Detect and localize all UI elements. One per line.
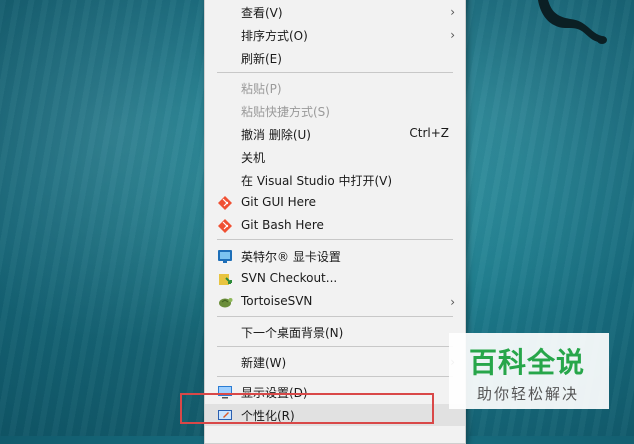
- menu-item-next-desktop-background[interactable]: 下一个桌面背景(N): [205, 321, 465, 343]
- menu-item-label: 刷新(E): [241, 52, 282, 66]
- git-icon: [218, 196, 232, 210]
- intel-graphics-icon: [218, 250, 232, 263]
- desktop-context-menu: 查看(V) › 排序方式(O) › 刷新(E) 粘贴(P) 粘贴快捷方式(S) …: [204, 0, 466, 444]
- menu-item-svn-checkout[interactable]: SVN Checkout...: [205, 268, 465, 290]
- menu-separator: [217, 316, 453, 317]
- submenu-arrow-icon: ›: [450, 28, 455, 42]
- menu-item-open-in-visual-studio[interactable]: 在 Visual Studio 中打开(V): [205, 169, 465, 191]
- submenu-arrow-icon: ›: [450, 5, 455, 19]
- menu-separator: [217, 346, 453, 347]
- svn-checkout-icon: [219, 274, 232, 285]
- menu-separator: [217, 72, 453, 73]
- tortoise-icon: [219, 298, 233, 308]
- menu-item-label: SVN Checkout...: [241, 271, 338, 285]
- diver-silhouette: [538, 0, 607, 44]
- menu-item-intel-graphics-settings[interactable]: 英特尔® 显卡设置: [205, 245, 465, 267]
- menu-item-label: 新建(W): [241, 356, 287, 370]
- menu-item-label: Git Bash Here: [241, 218, 324, 232]
- menu-item-paste[interactable]: 粘贴(P): [205, 77, 465, 99]
- menu-item-label: 在 Visual Studio 中打开(V): [241, 174, 393, 188]
- menu-item-label: 英特尔® 显卡设置: [241, 250, 341, 264]
- submenu-arrow-icon: ›: [450, 295, 455, 309]
- menu-item-label: 关机: [241, 151, 266, 165]
- annotation-highlight-box: [180, 393, 434, 424]
- menu-item-git-bash[interactable]: Git Bash Here: [205, 215, 465, 237]
- watermark-title: 百科全说: [469, 346, 586, 379]
- menu-separator: [217, 239, 453, 240]
- menu-item-shutdown[interactable]: 关机: [205, 146, 465, 168]
- menu-item-paste-shortcut[interactable]: 粘贴快捷方式(S): [205, 100, 465, 122]
- menu-item-view[interactable]: 查看(V) ›: [205, 1, 465, 23]
- menu-item-label: 下一个桌面背景(N): [241, 326, 344, 340]
- menu-item-undo-delete[interactable]: 撤消 删除(U) Ctrl+Z: [205, 123, 465, 145]
- menu-item-label: Git GUI Here: [241, 195, 317, 209]
- menu-item-label: TortoiseSVN: [241, 294, 313, 308]
- menu-separator: [217, 376, 453, 377]
- git-icon: [218, 219, 232, 233]
- menu-item-label: 排序方式(O): [241, 29, 308, 43]
- menu-item-refresh[interactable]: 刷新(E): [205, 47, 465, 69]
- menu-item-sort-by[interactable]: 排序方式(O) ›: [205, 24, 465, 46]
- menu-item-label: 粘贴(P): [241, 82, 282, 96]
- menu-item-shortcut: Ctrl+Z: [409, 126, 449, 140]
- menu-item-label: 粘贴快捷方式(S): [241, 105, 330, 119]
- menu-item-new[interactable]: 新建(W) ›: [205, 351, 465, 373]
- menu-item-git-gui[interactable]: Git GUI Here: [205, 192, 465, 214]
- watermark: 百科全说 助你轻松解决: [449, 333, 609, 409]
- menu-item-label: 查看(V): [241, 6, 283, 20]
- menu-item-tortoisesvn[interactable]: TortoiseSVN ›: [205, 291, 465, 313]
- menu-item-label: 撤消 删除(U): [241, 128, 311, 142]
- watermark-subtitle: 助你轻松解决: [477, 385, 580, 403]
